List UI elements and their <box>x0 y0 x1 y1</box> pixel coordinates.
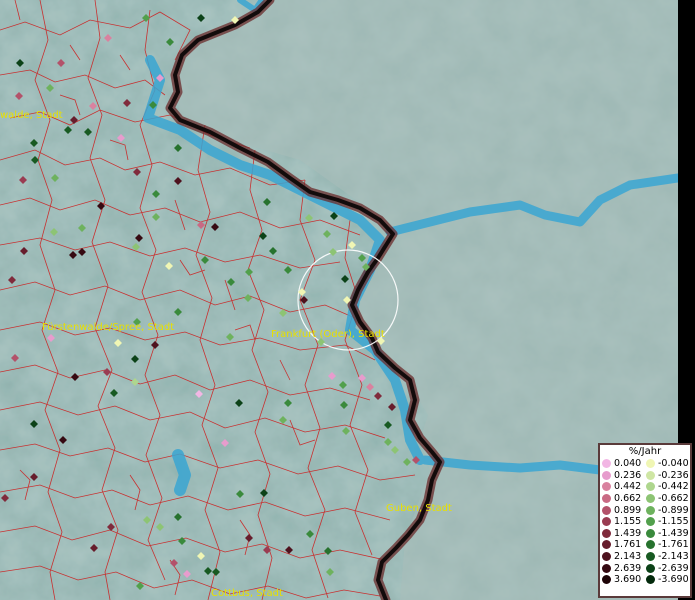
legend-title: %/Jahr <box>628 446 662 457</box>
legend-label: 0.662 <box>614 493 642 505</box>
positive-legend-row: 0.662 <box>602 493 646 505</box>
legend-swatch <box>602 482 611 492</box>
legend-label: -3.690 <box>658 574 689 586</box>
positive-legend-row: 0.899 <box>602 504 646 516</box>
positive-legend-row: 1.155 <box>602 516 646 528</box>
legend-negative-column: -0.040 -0.236 -0.442 -0.662 -0.899 -1.155 -1.4… <box>646 458 690 586</box>
legend-swatch <box>602 540 611 550</box>
legend-swatch <box>602 528 611 538</box>
legend-label: 1.761 <box>614 539 642 551</box>
legend-label: 0.899 <box>614 504 642 516</box>
legend-swatch <box>602 517 611 527</box>
legend-label: -0.442 <box>658 481 689 493</box>
legend-swatch <box>602 505 611 515</box>
legend-swatch <box>646 575 655 585</box>
legend-label: -2.143 <box>658 551 689 563</box>
legend-positive-column: 0.040 0.236 0.442 0.662 0.899 1.155 1.439 1.761… <box>602 458 646 586</box>
positive-legend-row: 2.639 <box>602 562 646 574</box>
legend-swatch <box>646 517 655 527</box>
legend-swatch <box>646 494 655 504</box>
legend-swatch <box>646 540 655 550</box>
positive-legend-row: 3.690 <box>602 574 646 586</box>
legend-label: 0.040 <box>614 458 642 470</box>
legend-label: -0.899 <box>658 504 689 516</box>
legend-label: -1.439 <box>658 527 689 539</box>
legend-label: 2.143 <box>614 551 642 563</box>
negative-legend-row: -0.236 <box>646 470 690 482</box>
legend-swatch <box>646 470 655 480</box>
positive-legend-row: 0.236 <box>602 470 646 482</box>
legend-label: 3.690 <box>614 574 642 586</box>
legend: %/Jahr 0.040 0.236 0.442 0.662 0.899 1.155 1.4… <box>598 443 692 598</box>
legend-swatch <box>646 552 655 562</box>
legend-label: -0.662 <box>658 493 689 505</box>
negative-legend-row: -1.155 <box>646 516 690 528</box>
legend-label: 0.442 <box>614 481 642 493</box>
positive-legend-row: 1.439 <box>602 528 646 540</box>
negative-legend-row: -0.040 <box>646 458 690 470</box>
negative-legend-row: -0.442 <box>646 481 690 493</box>
legend-swatch <box>646 505 655 515</box>
legend-label: -0.236 <box>658 469 689 481</box>
positive-legend-row: 0.040 <box>602 458 646 470</box>
legend-swatch <box>646 482 655 492</box>
legend-swatch <box>602 459 611 469</box>
legend-swatch <box>602 563 611 573</box>
legend-swatch <box>646 528 655 538</box>
negative-legend-row: -2.639 <box>646 562 690 574</box>
legend-label: 2.639 <box>614 562 642 574</box>
map-canvas[interactable] <box>0 0 678 600</box>
legend-label: -1.155 <box>658 516 689 528</box>
legend-swatch <box>602 470 611 480</box>
legend-swatch <box>602 575 611 585</box>
legend-label: -2.639 <box>658 562 689 574</box>
legend-swatch <box>602 494 611 504</box>
legend-label: 0.236 <box>614 469 642 481</box>
positive-legend-row: 0.442 <box>602 481 646 493</box>
lake-south <box>172 449 191 496</box>
legend-label: 1.155 <box>614 516 642 528</box>
legend-swatch <box>602 552 611 562</box>
negative-legend-row: -0.899 <box>646 504 690 516</box>
legend-label: 1.439 <box>614 527 642 539</box>
legend-swatch <box>646 563 655 573</box>
negative-legend-row: -1.439 <box>646 528 690 540</box>
legend-label: -1.761 <box>658 539 689 551</box>
negative-legend-row: -3.690 <box>646 574 690 586</box>
positive-legend-row: 1.761 <box>602 539 646 551</box>
legend-label: -0.040 <box>658 458 689 470</box>
negative-legend-row: -0.662 <box>646 493 690 505</box>
legend-swatch <box>646 459 655 469</box>
positive-legend-row: 2.143 <box>602 551 646 563</box>
negative-legend-row: -2.143 <box>646 551 690 563</box>
negative-legend-row: -1.761 <box>646 539 690 551</box>
